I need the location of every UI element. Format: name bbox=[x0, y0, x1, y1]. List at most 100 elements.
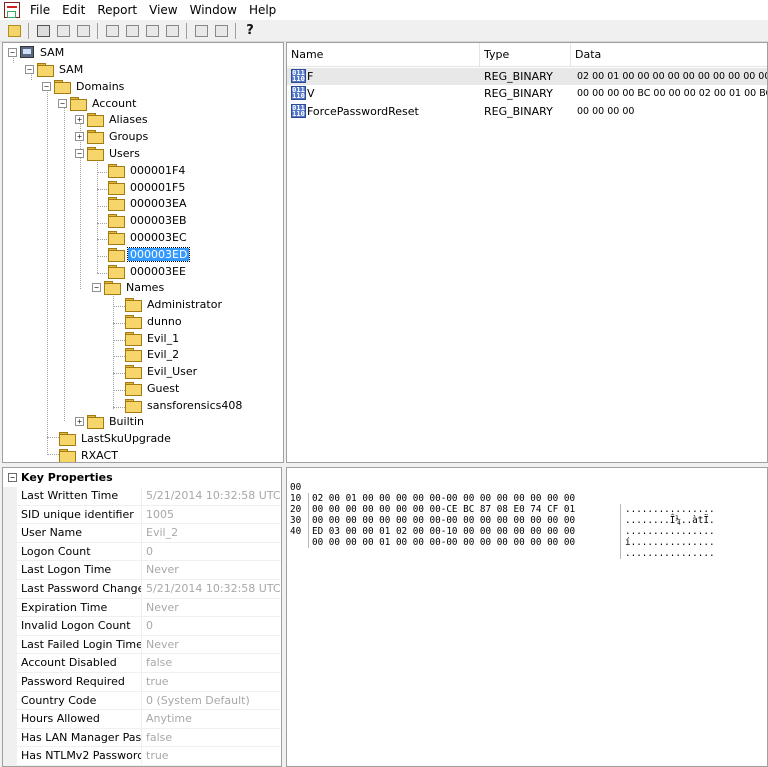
tree-node-label[interactable]: 000003EE bbox=[128, 265, 188, 278]
registry-tree[interactable]: − SAM − SAM − Domains − Account + Aliase… bbox=[2, 42, 284, 463]
open-folder-icon[interactable] bbox=[5, 22, 23, 40]
hex-viewer[interactable]: 00 02 00 01 00 00 00 00 00-00 00 00 00 0… bbox=[286, 467, 768, 767]
hex-bytes[interactable]: 00 00 00 00 01 00 00 00-00 00 00 00 00 0… bbox=[308, 537, 620, 548]
tree-node-name[interactable]: sansforensics408 bbox=[125, 397, 244, 413]
property-row[interactable]: Last Logon Time Never bbox=[3, 561, 281, 580]
tree-node-name[interactable]: Evil_1 bbox=[125, 330, 181, 346]
menu-edit[interactable]: Edit bbox=[56, 0, 91, 20]
tree-node-label[interactable]: LastSkuUpgrade bbox=[79, 432, 173, 445]
tree-node-rxact[interactable]: RXACT bbox=[59, 447, 120, 462]
property-row[interactable]: Invalid Logon Count 0 bbox=[3, 617, 281, 636]
export-icon[interactable] bbox=[103, 22, 121, 40]
collapse-icon[interactable]: − bbox=[25, 64, 34, 74]
property-row[interactable]: Password Required true bbox=[3, 673, 281, 692]
tree-node-label[interactable]: dunno bbox=[145, 315, 184, 328]
property-row[interactable]: User Name Evil_2 bbox=[3, 524, 281, 543]
tree-node-label[interactable]: 000001F4 bbox=[128, 164, 187, 177]
computer-icon[interactable] bbox=[34, 22, 52, 40]
hex-ascii[interactable]: í............... bbox=[620, 537, 760, 548]
tree-node-account[interactable]: − Account bbox=[58, 95, 138, 111]
list-row[interactable]: 011 110 ForcePasswordReset REG_BINARY 00… bbox=[287, 103, 767, 120]
property-row[interactable]: Last Failed Login Time Never bbox=[3, 635, 281, 655]
find-icon[interactable] bbox=[54, 22, 72, 40]
collapse-icon[interactable]: − bbox=[42, 81, 51, 91]
tree-node-label[interactable]: SAM bbox=[57, 63, 85, 76]
property-row[interactable]: Country Code 0 (System Default) bbox=[3, 691, 281, 711]
key-icon[interactable] bbox=[74, 22, 92, 40]
hex-bytes[interactable]: ED 03 00 00 01 02 00 00-10 00 00 00 00 0… bbox=[308, 526, 620, 537]
column-header-name[interactable]: Name bbox=[287, 43, 480, 67]
tree-node-label[interactable]: 000003EB bbox=[128, 214, 189, 227]
expand-icon[interactable]: + bbox=[75, 114, 84, 124]
tree-node-sam-root[interactable]: − SAM bbox=[8, 44, 66, 60]
property-row[interactable]: Hours Allowed Anytime bbox=[3, 710, 281, 729]
tree-node-user-key[interactable]: 000003EE bbox=[108, 263, 188, 279]
help-icon[interactable]: ? bbox=[241, 22, 259, 40]
tree-node-label[interactable]: Users bbox=[107, 147, 142, 160]
tree-node-user-key[interactable]: 000003EB bbox=[108, 212, 189, 228]
expand-icon[interactable]: + bbox=[75, 131, 84, 141]
tree-node-user-key[interactable]: 000001F5 bbox=[108, 179, 187, 195]
menu-view[interactable]: View bbox=[143, 0, 183, 20]
collapse-icon[interactable]: − bbox=[8, 47, 17, 57]
values-list[interactable]: Name Type Data 011 110 F REG_BINARY 02 0… bbox=[286, 42, 768, 463]
tree-node-label[interactable]: Domains bbox=[74, 80, 126, 93]
report-icon[interactable] bbox=[123, 22, 141, 40]
property-row[interactable]: SID unique identifier 1005 bbox=[3, 505, 281, 525]
tree-node-label[interactable]: Names bbox=[124, 281, 166, 294]
tree-node-user-key[interactable]: 000003EC bbox=[108, 229, 189, 245]
column-header-data[interactable]: Data bbox=[571, 43, 767, 67]
tree-node-label[interactable]: 000003EA bbox=[128, 197, 188, 210]
property-row[interactable]: Last Written Time 5/21/2014 10:32:58 UTC bbox=[3, 487, 281, 506]
properties-category[interactable]: − Key Properties bbox=[3, 468, 281, 487]
property-row[interactable]: Account Disabled false bbox=[3, 654, 281, 673]
tree-node-user-key[interactable]: 000001F4 bbox=[108, 162, 187, 178]
menu-window[interactable]: Window bbox=[184, 0, 243, 20]
tree-node-label[interactable]: Guest bbox=[145, 382, 181, 395]
tree-node-label[interactable]: Builtin bbox=[107, 415, 146, 428]
tree-node-label[interactable]: RXACT bbox=[79, 449, 120, 462]
tree-node-name[interactable]: Evil_User bbox=[125, 363, 199, 379]
column-header-type[interactable]: Type bbox=[480, 43, 571, 67]
expand-icon[interactable]: + bbox=[75, 416, 84, 426]
tree-node-aliases[interactable]: + Aliases bbox=[75, 111, 150, 127]
tree-node-label[interactable]: Evil_1 bbox=[145, 332, 181, 345]
plugin-icon[interactable] bbox=[192, 22, 210, 40]
tree-node-label[interactable]: 000003EC bbox=[128, 231, 189, 244]
tree-node-groups[interactable]: + Groups bbox=[75, 128, 150, 144]
tree-node-label[interactable]: sansforensics408 bbox=[145, 399, 244, 412]
tree-node-label[interactable]: 000001F5 bbox=[128, 181, 187, 194]
list-row[interactable]: 011 110 F REG_BINARY 02 00 01 00 00 00 0… bbox=[287, 68, 767, 85]
tree-node-label[interactable]: Account bbox=[90, 97, 138, 110]
hex-ascii[interactable]: ................ bbox=[620, 548, 760, 559]
tree-node-label[interactable]: 000003ED bbox=[126, 246, 191, 262]
menu-report[interactable]: Report bbox=[91, 0, 143, 20]
report-view-icon[interactable] bbox=[163, 22, 181, 40]
property-row[interactable]: Expiration Time Never bbox=[3, 598, 281, 618]
tree-node-name[interactable]: Administrator bbox=[125, 296, 224, 312]
tree-node-sam[interactable]: − SAM bbox=[25, 61, 85, 77]
collapse-icon[interactable]: − bbox=[92, 282, 101, 292]
collapse-icon[interactable]: − bbox=[75, 148, 84, 158]
tree-node-builtin[interactable]: + Builtin bbox=[75, 413, 146, 429]
tree-node-label[interactable]: Aliases bbox=[107, 113, 150, 126]
list-row[interactable]: 011 110 V REG_BINARY 00 00 00 00 BC 00 0… bbox=[287, 85, 767, 102]
plugin-run-icon[interactable] bbox=[212, 22, 230, 40]
property-row[interactable]: Logon Count 0 bbox=[3, 542, 281, 562]
tree-node-label[interactable]: Evil_User bbox=[145, 365, 199, 378]
tree-node-label[interactable]: Evil_2 bbox=[145, 348, 181, 361]
tree-node-names[interactable]: − Names bbox=[92, 279, 166, 295]
tree-node-label[interactable]: SAM bbox=[38, 46, 66, 59]
menu-help[interactable]: Help bbox=[243, 0, 282, 20]
tree-node-name[interactable]: Guest bbox=[125, 380, 181, 396]
collapse-icon[interactable]: − bbox=[58, 98, 67, 108]
report-edit-icon[interactable] bbox=[143, 22, 161, 40]
tree-node-label[interactable]: Groups bbox=[107, 130, 150, 143]
tree-node-label[interactable]: Administrator bbox=[145, 298, 224, 311]
menu-file[interactable]: File bbox=[24, 0, 56, 20]
property-row[interactable]: Last Password Change 5/21/2014 10:32:58 U… bbox=[3, 580, 281, 599]
tree-node-lastskuupgrade[interactable]: LastSkuUpgrade bbox=[59, 430, 173, 446]
tree-node-domains[interactable]: − Domains bbox=[42, 78, 126, 94]
tree-node-user-key-selected[interactable]: 000003ED bbox=[108, 246, 191, 262]
tree-node-user-key[interactable]: 000003EA bbox=[108, 195, 188, 211]
